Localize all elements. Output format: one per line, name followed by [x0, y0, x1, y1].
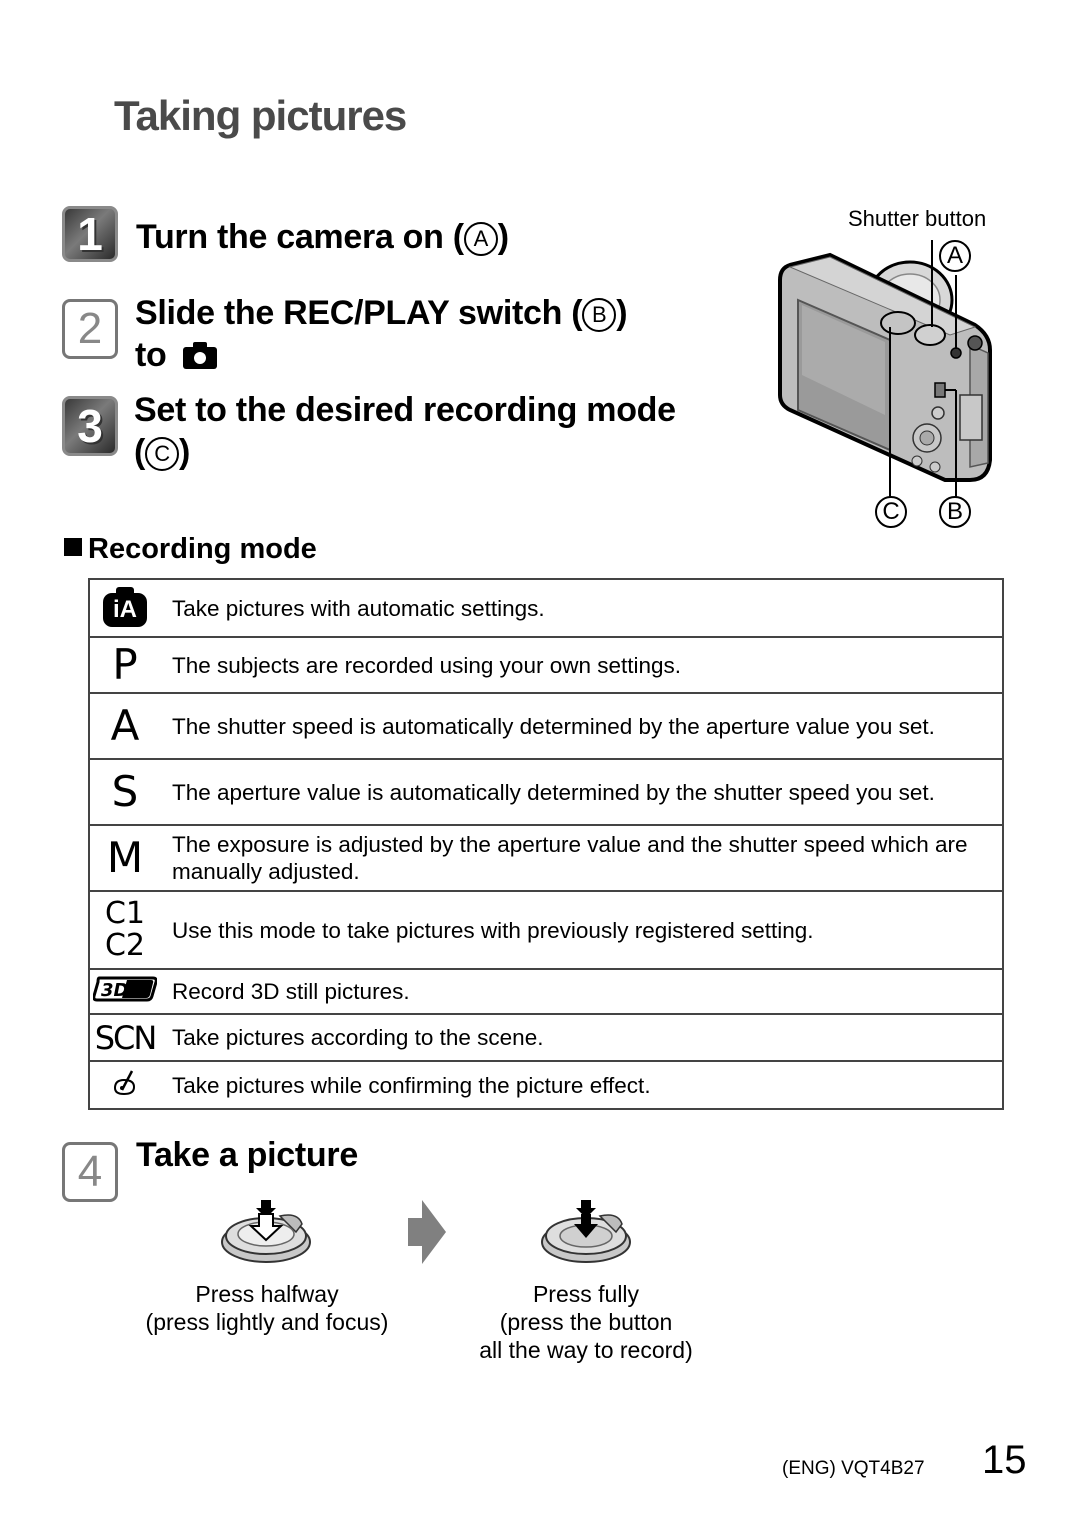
step-1-label: Turn the camera on ( [136, 218, 464, 256]
mode-description: The shutter speed is automatically deter… [160, 692, 1004, 760]
press-halfway-illustration [221, 1200, 311, 1263]
step-3-paren-open: ( [134, 433, 146, 471]
bullet-square-icon [64, 538, 82, 556]
creative-control-icon [113, 1069, 136, 1095]
table-row: A The shutter speed is automatically det… [88, 692, 1004, 760]
custom-mode-icon: C1 C2 [90, 898, 160, 962]
recording-mode-heading: Recording mode [64, 533, 317, 566]
press-fully-title: Press fully [532, 1281, 640, 1307]
marker-a-icon: A [463, 222, 498, 256]
step-3-label: Set to the desired recording mode [134, 391, 676, 429]
camera-icon [182, 342, 217, 369]
step-3-number: 3 [77, 400, 103, 452]
step-3-text: Set to the desired recording mode (C) [134, 389, 676, 473]
press-halfway-note: (press lightly and focus) [145, 1309, 389, 1335]
power-button [950, 347, 962, 359]
table-row: C1 C2 Use this mode to take pictures wit… [88, 890, 1004, 970]
table-row: S The aperture value is automatically de… [88, 758, 1004, 826]
press-halfway-caption: Press halfway (press lightly and focus) [117, 1280, 417, 1336]
press-fully-note-1: (press the button [499, 1309, 673, 1335]
step-4-text: Take a picture [136, 1136, 358, 1174]
marker-c-icon: C [145, 437, 180, 471]
program-mode-icon: P [112, 640, 138, 689]
step-1-badge: 1 [62, 206, 118, 262]
marker-c-label: C [875, 496, 907, 528]
table-row: 3D Record 3D still pictures. [88, 968, 1004, 1015]
custom-2-glyph: C2 [104, 928, 146, 963]
marker-b-icon: B [582, 298, 617, 332]
document-code: (ENG) VQT4B27 [782, 1458, 925, 1479]
step-2-badge: 2 [62, 299, 118, 359]
mode-description: The exposure is adjusted by the aperture… [160, 824, 1004, 892]
recording-mode-title: Recording mode [88, 533, 317, 565]
press-fully-illustration [541, 1200, 631, 1263]
mode-description: Take pictures while confirming the pictu… [160, 1060, 1004, 1110]
step-2-line2: to [135, 336, 167, 374]
step-3-badge: 3 [62, 396, 118, 456]
table-row: P The subjects are recorded using your o… [88, 636, 1004, 694]
mode-description: Record 3D still pictures. [160, 968, 1004, 1015]
step-4-badge: 4 [62, 1142, 118, 1202]
camera-illustration [778, 240, 992, 497]
press-halfway-title: Press halfway [195, 1281, 339, 1307]
step-4-number: 4 [77, 1147, 103, 1196]
step-1-text: Turn the camera on (A) [136, 216, 509, 258]
mode-description: Take pictures with automatic settings. [160, 578, 1004, 638]
page-title: Taking pictures [114, 92, 407, 139]
press-fully-caption: Press fully (press the button all the wa… [436, 1280, 736, 1364]
scene-mode-icon: SCN [94, 1018, 158, 1057]
recording-mode-table: iA Take pictures with automatic settings… [88, 578, 1004, 1110]
mode-description: The aperture value is automatically dete… [160, 758, 1004, 826]
3d-mode-icon: 3D [92, 976, 158, 1002]
step-2-number: 2 [77, 304, 103, 353]
custom-1-glyph: C1 [104, 896, 146, 931]
next-arrow-icon [408, 1200, 446, 1264]
rec-play-switch [934, 382, 946, 398]
mode-description: The subjects are recorded using your own… [160, 636, 1004, 694]
shutter-priority-icon: S [111, 767, 139, 816]
marker-b-label: B [939, 496, 971, 528]
shutter-button-label: Shutter button [848, 206, 987, 231]
step-2-text: Slide the REC/PLAY switch (B) to [135, 292, 628, 376]
intelligent-auto-icon: iA [103, 587, 147, 627]
step-1-number: 1 [77, 208, 103, 260]
table-row: iA Take pictures with automatic settings… [88, 578, 1004, 638]
step-2-paren: ) [616, 294, 628, 332]
press-fully-note-2: all the way to record) [479, 1337, 693, 1363]
aperture-priority-icon: A [110, 701, 140, 750]
step-3-paren-close: ) [179, 433, 191, 471]
step-1-paren: ) [497, 218, 509, 256]
shutter-button [914, 324, 946, 346]
mode-dial [880, 311, 916, 335]
step-2-label: Slide the REC/PLAY switch ( [135, 294, 583, 332]
table-row: M The exposure is adjusted by the apertu… [88, 824, 1004, 892]
marker-a-label: A [939, 240, 971, 272]
mode-description: Take pictures according to the scene. [160, 1013, 1004, 1062]
mode-description: Use this mode to take pictures with prev… [160, 890, 1004, 970]
table-row: SCN Take pictures according to the scene… [88, 1013, 1004, 1062]
page-number: 15 [982, 1438, 1027, 1482]
3d-glyph-text: 3D [101, 980, 129, 1001]
manual-mode-icon: M [106, 833, 144, 882]
table-row: Take pictures while confirming the pictu… [88, 1060, 1004, 1110]
